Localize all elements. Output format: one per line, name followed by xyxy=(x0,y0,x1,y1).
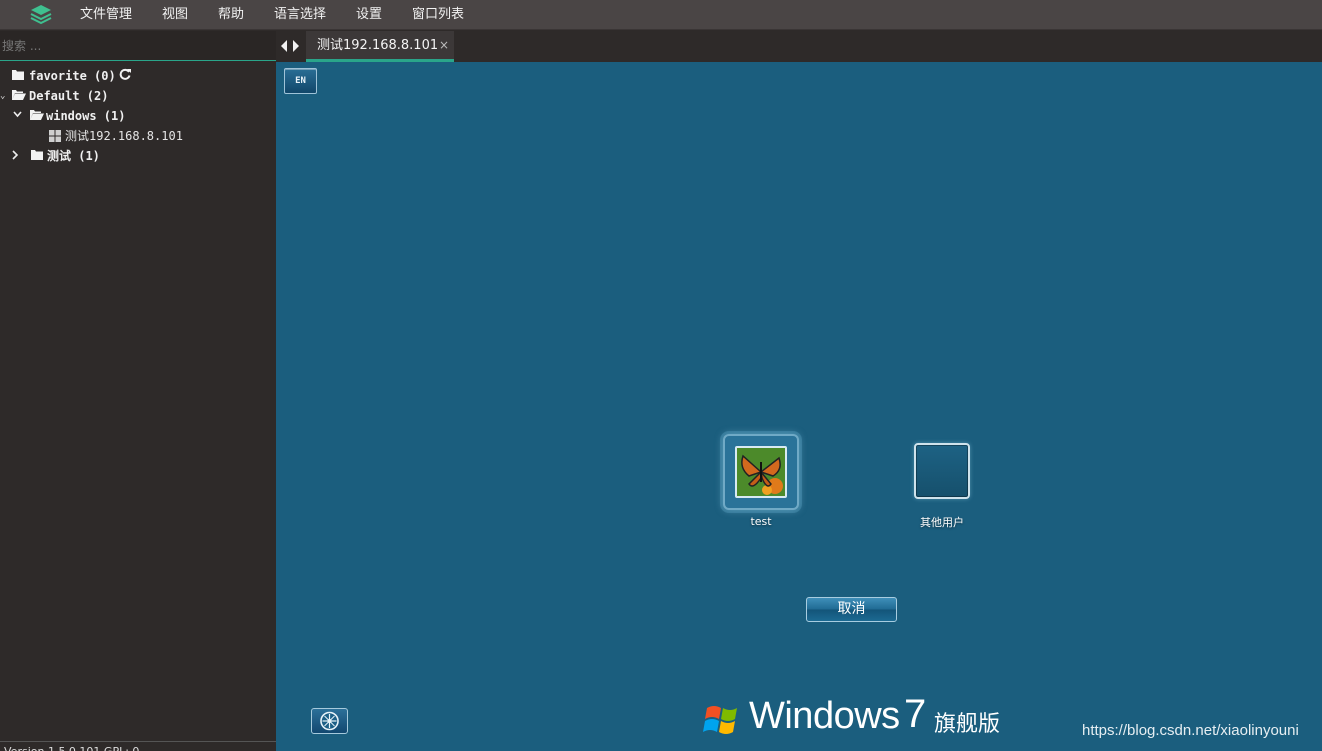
tab-bar: 测试192.168.8.101 × xyxy=(276,31,1322,62)
search-input[interactable] xyxy=(0,31,276,61)
cancel-button[interactable]: 取消 xyxy=(806,597,897,622)
menu-settings[interactable]: 设置 xyxy=(356,0,382,30)
refresh-icon[interactable] xyxy=(119,68,131,80)
tree-item-favorite[interactable]: favorite (0) xyxy=(12,66,152,86)
version-footer: Version 1.5.0.101 GPL: 0 xyxy=(0,741,276,751)
chevron-down-icon[interactable] xyxy=(13,111,22,118)
user-tile-test[interactable] xyxy=(723,434,799,510)
remote-desktop-view[interactable]: EN test 其他用户 取消 Windows 7 旗舰版 https://bl… xyxy=(276,62,1322,751)
tree-item-windows[interactable]: windows (1) xyxy=(12,106,152,126)
tab-scroll-arrows-icon[interactable] xyxy=(280,39,304,53)
tree-item-host[interactable]: 测试192.168.8.101 xyxy=(48,126,208,146)
menu-help[interactable]: 帮助 xyxy=(218,0,244,30)
windows-wordmark: Windows xyxy=(749,695,900,737)
windows-edition: 旗舰版 xyxy=(934,712,1001,737)
chevron-down-icon[interactable]: ⌄ xyxy=(0,86,5,106)
watermark-url: https://blog.csdn.net/xiaolinyouni xyxy=(1082,722,1299,739)
user-name-other: 其他用户 xyxy=(920,516,964,529)
windows-flag-icon xyxy=(703,706,737,734)
butterfly-icon xyxy=(737,448,785,496)
folder-open-icon xyxy=(12,90,26,100)
tab-label: 测试192.168.8.101 xyxy=(317,38,439,53)
folder-open-icon xyxy=(30,110,44,120)
language-button[interactable]: EN xyxy=(284,68,317,94)
ease-of-access-button[interactable] xyxy=(311,708,348,734)
sidebar: favorite (0) ⌄ Default (2) windows (1) 测… xyxy=(0,31,276,751)
tree-item-test-folder[interactable]: 测试 (1) xyxy=(12,146,152,166)
tree-item-default[interactable]: ⌄ Default (2) xyxy=(0,86,140,106)
windows-version: 7 xyxy=(904,692,927,736)
ease-of-access-icon xyxy=(320,711,339,731)
chevron-right-icon[interactable] xyxy=(12,150,19,160)
app-window: 文件管理 视图 帮助 语言选择 设置 窗口列表 favorite (0) ⌄ D… xyxy=(0,0,1322,751)
menu-view[interactable]: 视图 xyxy=(162,0,188,30)
folder-icon xyxy=(12,70,24,80)
close-icon[interactable]: × xyxy=(439,31,449,60)
menu-file-manage[interactable]: 文件管理 xyxy=(80,0,132,30)
menu-window-list[interactable]: 窗口列表 xyxy=(412,0,464,30)
user-name-test: test xyxy=(750,515,772,528)
menu-bar: 文件管理 视图 帮助 语言选择 设置 窗口列表 xyxy=(0,0,1322,30)
windows-logo-icon xyxy=(49,130,61,142)
folder-icon xyxy=(31,150,43,160)
butterfly-avatar xyxy=(735,446,787,498)
menu-language[interactable]: 语言选择 xyxy=(274,0,326,30)
user-tile-other[interactable] xyxy=(914,443,970,499)
tab-remote-host[interactable]: 测试192.168.8.101 × xyxy=(306,31,454,62)
app-logo-icon[interactable] xyxy=(30,4,52,26)
